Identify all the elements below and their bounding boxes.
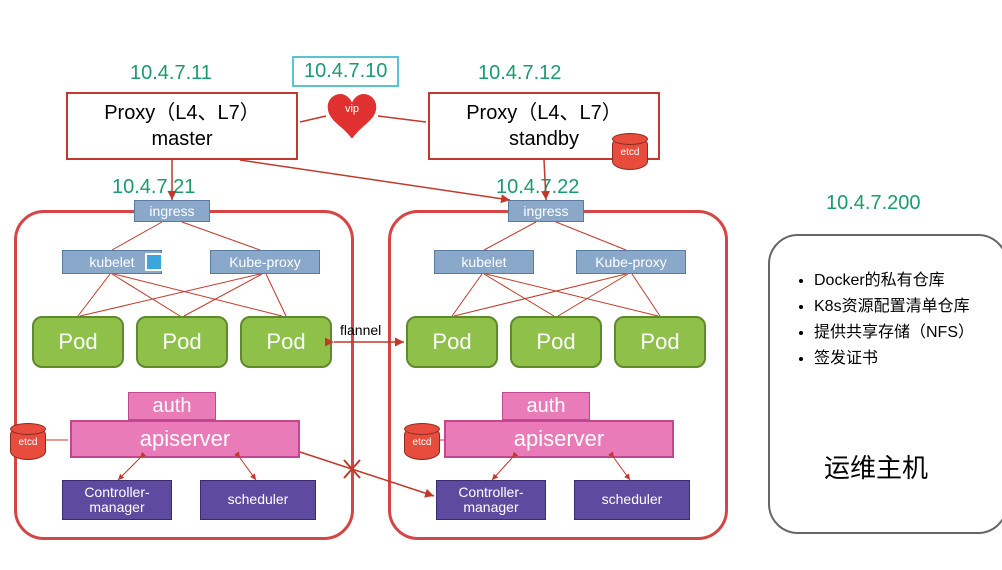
proxy-master-box: Proxy（L4、L7） master bbox=[66, 92, 298, 160]
controller-manager-left: Controller- manager bbox=[62, 480, 172, 520]
apiserver-left: apiserver bbox=[70, 420, 300, 458]
ops-host-panel: Docker的私有仓库 K8s资源配置清单仓库 提供共享存储（NFS） 签发证书 bbox=[768, 234, 1002, 534]
etcd-left-icon: etcd bbox=[10, 426, 46, 460]
pod-left-1: Pod bbox=[32, 316, 124, 368]
flannel-label: flannel bbox=[340, 322, 381, 338]
cursor-marker-icon bbox=[145, 253, 163, 271]
ip-ops: 10.4.7.200 bbox=[826, 192, 921, 215]
auth-left: auth bbox=[128, 392, 216, 420]
etcd-top-icon: etcd bbox=[612, 136, 648, 170]
kubelet-right: kubelet bbox=[434, 250, 534, 274]
controller-manager-right: Controller- manager bbox=[436, 480, 546, 520]
ops-list: Docker的私有仓库 K8s资源配置清单仓库 提供共享存储（NFS） 签发证书 bbox=[794, 266, 986, 368]
kubeproxy-left: Kube-proxy bbox=[210, 250, 320, 274]
auth-right: auth bbox=[502, 392, 590, 420]
ip-vip: 10.4.7.10 bbox=[292, 56, 399, 87]
ip-proxy-master: 10.4.7.11 bbox=[130, 62, 212, 85]
proxy-master-line2: master bbox=[72, 126, 292, 152]
pod-left-2: Pod bbox=[136, 316, 228, 368]
ops-item-2: 提供共享存储（NFS） bbox=[814, 318, 986, 342]
pod-right-3: Pod bbox=[614, 316, 706, 368]
ops-item-3: 签发证书 bbox=[814, 344, 986, 368]
vip-heart-icon: vip bbox=[326, 94, 378, 138]
etcd-left-label: etcd bbox=[11, 437, 45, 448]
proxy-standby-line1: Proxy（L4、L7） bbox=[434, 100, 654, 126]
etcd-right-icon: etcd bbox=[404, 426, 440, 460]
ingress-left: ingress bbox=[134, 200, 210, 222]
ingress-right: ingress bbox=[508, 200, 584, 222]
pod-left-3: Pod bbox=[240, 316, 332, 368]
pod-right-2: Pod bbox=[510, 316, 602, 368]
ip-node-right: 10.4.7.22 bbox=[496, 176, 579, 199]
proxy-master-line1: Proxy（L4、L7） bbox=[72, 100, 292, 126]
pod-right-1: Pod bbox=[406, 316, 498, 368]
ops-host-title: 运维主机 bbox=[824, 448, 928, 485]
vip-heart-label: vip bbox=[326, 103, 378, 115]
apiserver-right: apiserver bbox=[444, 420, 674, 458]
ip-node-left: 10.4.7.21 bbox=[112, 176, 195, 199]
etcd-right-label: etcd bbox=[405, 437, 439, 448]
ops-item-1: K8s资源配置清单仓库 bbox=[814, 292, 986, 316]
etcd-top-label: etcd bbox=[613, 147, 647, 158]
scheduler-right: scheduler bbox=[574, 480, 690, 520]
ip-proxy-standby: 10.4.7.12 bbox=[478, 62, 561, 85]
ops-item-0: Docker的私有仓库 bbox=[814, 266, 986, 290]
kubeproxy-right: Kube-proxy bbox=[576, 250, 686, 274]
scheduler-left: scheduler bbox=[200, 480, 316, 520]
